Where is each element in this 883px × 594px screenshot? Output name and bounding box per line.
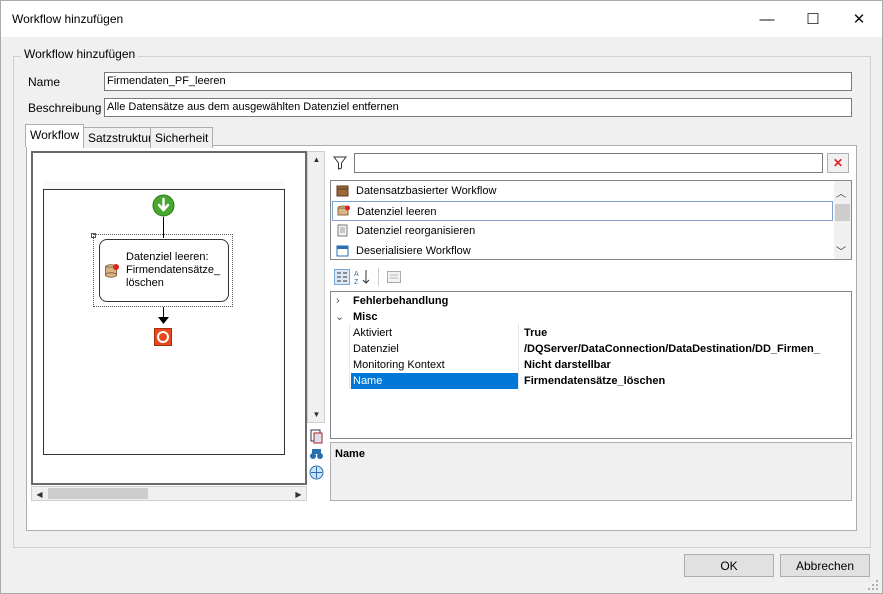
grid-divider bbox=[518, 324, 519, 389]
description-label: Beschreibung bbox=[28, 101, 102, 115]
ok-button[interactable]: OK bbox=[684, 554, 774, 577]
copy-image-icon[interactable] bbox=[309, 429, 324, 444]
category-label: Fehlerbehandlung bbox=[353, 295, 449, 307]
find-icon[interactable] bbox=[309, 447, 324, 462]
tab-satzstruktur[interactable]: Satzstruktur bbox=[83, 127, 158, 148]
toolbox-filter-input[interactable] bbox=[354, 153, 823, 173]
toolbox-item-label: Datenziel leeren bbox=[357, 206, 437, 218]
scroll-thumb[interactable] bbox=[48, 488, 148, 499]
designer-tools bbox=[309, 429, 325, 480]
minimize-icon: — bbox=[759, 10, 775, 28]
property-row-datenziel[interactable]: Datenziel /DQServer/DataConnection/DataD… bbox=[331, 341, 851, 357]
category-label: Misc bbox=[353, 311, 378, 323]
activity-label: Datenziel leeren: Firmendatensätze_ lösc… bbox=[126, 251, 221, 289]
document-reorganize-icon bbox=[337, 224, 348, 237]
dialog-window: Workflow hinzufügen — ☐ ✕ Workflow hinzu… bbox=[0, 0, 883, 594]
scroll-down-icon[interactable]: ▼ bbox=[309, 407, 324, 422]
toolbox-item-label: Deserialisiere Workflow bbox=[356, 245, 471, 257]
chevron-down-icon[interactable]: ﹀ bbox=[836, 243, 846, 258]
property-value[interactable]: True bbox=[524, 325, 851, 341]
property-row-aktiviert[interactable]: Aktiviert True bbox=[331, 325, 851, 341]
property-value[interactable]: Firmendatensätze_löschen bbox=[524, 373, 851, 389]
maximize-icon: ☐ bbox=[806, 11, 820, 28]
svg-text:Z: Z bbox=[354, 279, 359, 285]
property-row-monitoring-kontext[interactable]: Monitoring Kontext Nicht darstellbar bbox=[331, 357, 851, 373]
category-misc[interactable]: ⌄ Misc bbox=[331, 309, 851, 325]
name-label: Name bbox=[28, 75, 61, 89]
start-node-icon[interactable] bbox=[152, 194, 175, 217]
database-clear-icon bbox=[337, 205, 350, 216]
stop-node-icon[interactable] bbox=[154, 328, 172, 346]
property-description-pane: Name bbox=[330, 442, 852, 501]
toolbox-item-datenziel-reorganisieren[interactable]: Datenziel reorganisieren bbox=[332, 221, 832, 241]
window-icon bbox=[336, 245, 349, 257]
designer-horizontal-scrollbar[interactable]: ◀ ▶ bbox=[31, 486, 307, 501]
workflow-box-icon bbox=[336, 185, 349, 197]
property-value[interactable]: /DQServer/DataConnection/DataDestination… bbox=[524, 341, 851, 357]
toolbox-item-datensatzbasierter-workflow[interactable]: Datensatzbasierter Workflow bbox=[332, 181, 832, 201]
category-fehlerbehandlung[interactable]: › Fehlerbehandlung bbox=[331, 293, 851, 309]
list-scroll-thumb[interactable] bbox=[835, 204, 850, 221]
property-grid-toolbar: AZ bbox=[330, 265, 852, 291]
cancel-button[interactable]: Abbrechen bbox=[780, 554, 870, 577]
title-bar: Workflow hinzufügen — ☐ ✕ bbox=[1, 1, 882, 37]
window-title: Workflow hinzufügen bbox=[12, 12, 124, 26]
chevron-right-icon[interactable]: › bbox=[336, 293, 340, 309]
designer-vertical-scrollbar[interactable]: ▲ ▼ bbox=[307, 151, 325, 423]
name-field[interactable]: Firmendaten_PF_leeren bbox=[104, 72, 852, 91]
svg-text:A: A bbox=[354, 271, 359, 278]
toolbox-item-label: Datensatzbasierter Workflow bbox=[356, 185, 497, 197]
scroll-right-icon[interactable]: ▶ bbox=[291, 487, 306, 502]
toolbox-item-datenziel-leeren[interactable]: Datenziel leeren bbox=[332, 201, 833, 221]
categorized-icon[interactable] bbox=[334, 269, 350, 285]
close-button[interactable]: ✕ bbox=[836, 1, 882, 37]
canvas-header bbox=[43, 181, 285, 190]
pan-icon[interactable] bbox=[309, 465, 324, 480]
toolbox-item-deserialisiere-workflow[interactable]: Deserialisiere Workflow bbox=[332, 241, 832, 261]
close-icon: ✕ bbox=[852, 11, 866, 28]
tab-workflow[interactable]: Workflow bbox=[25, 124, 85, 147]
property-name: Monitoring Kontext bbox=[353, 359, 445, 371]
resize-grip-icon[interactable] bbox=[867, 579, 879, 591]
property-pages-icon[interactable] bbox=[386, 269, 402, 285]
maximize-button[interactable]: ☐ bbox=[790, 1, 836, 37]
description-field[interactable]: Alle Datensätze aus dem ausgewählten Dat… bbox=[104, 98, 852, 117]
groupbox-legend: Workflow hinzufügen bbox=[21, 47, 139, 61]
scroll-up-icon[interactable]: ▲ bbox=[309, 152, 324, 167]
clear-filter-button[interactable]: ✕ bbox=[827, 153, 849, 173]
toolbox-list-scrollbar[interactable]: ︿ ﹀ bbox=[834, 181, 851, 259]
tab-sicherheit[interactable]: Sicherheit bbox=[150, 127, 214, 148]
property-name: Datenziel bbox=[353, 343, 399, 355]
property-name: Aktiviert bbox=[353, 327, 393, 339]
toolbar-separator bbox=[378, 268, 379, 286]
minimize-button[interactable]: — bbox=[744, 1, 790, 37]
property-name: Name bbox=[353, 375, 383, 387]
grid-divider bbox=[349, 324, 350, 389]
property-value[interactable]: Nicht darstellbar bbox=[524, 357, 851, 373]
sort-alphabetical-icon[interactable]: AZ bbox=[354, 269, 370, 285]
filter-icon bbox=[333, 156, 347, 170]
database-clear-icon bbox=[105, 264, 119, 278]
chevron-down-icon[interactable]: ⌄ bbox=[335, 309, 344, 325]
toolbox-item-label: Datenziel reorganisieren bbox=[356, 225, 476, 237]
arrow-down-icon bbox=[158, 317, 169, 324]
property-row-name[interactable]: Name Firmendatensätze_löschen bbox=[331, 373, 851, 389]
chevron-up-icon[interactable]: ︿ bbox=[836, 185, 846, 200]
scroll-left-icon[interactable]: ◀ bbox=[32, 487, 47, 502]
description-title: Name bbox=[335, 448, 365, 460]
clear-icon: ✕ bbox=[832, 156, 844, 170]
